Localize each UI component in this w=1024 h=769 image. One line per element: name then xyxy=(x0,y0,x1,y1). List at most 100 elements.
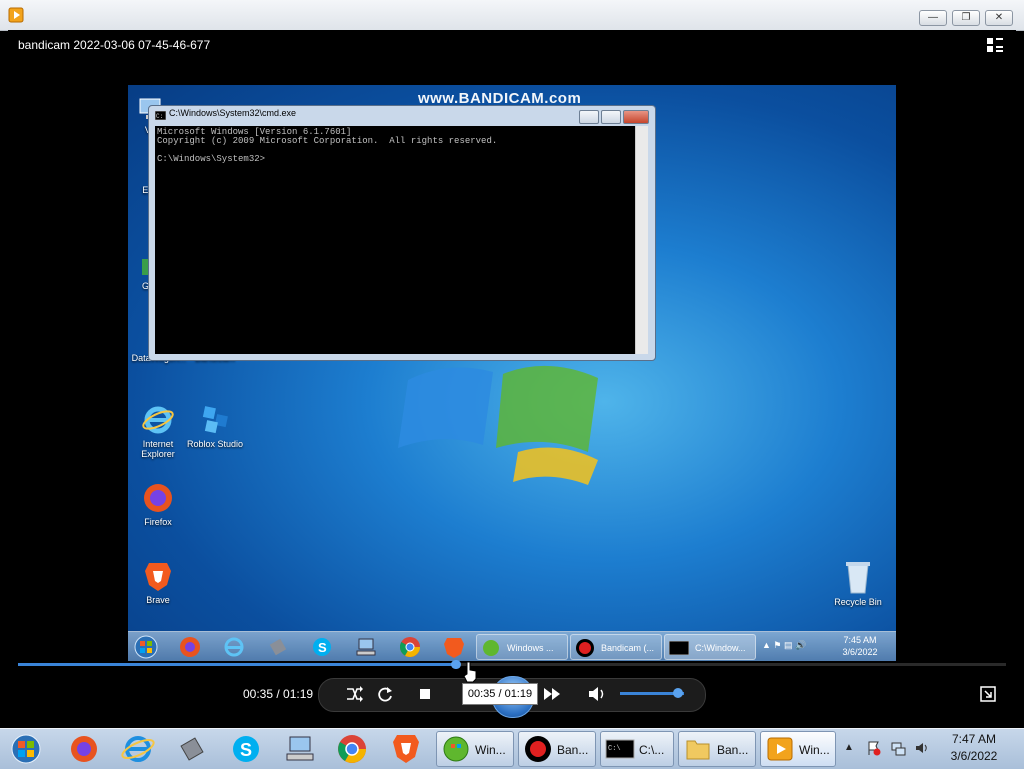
fullscreen-icon[interactable] xyxy=(980,686,996,702)
inner-clock-date: 3/6/2022 xyxy=(842,647,878,657)
inner-taskbar-button-bandicam[interactable]: Bandicam (... xyxy=(570,634,662,660)
ie-icon[interactable] xyxy=(220,635,248,659)
time-display: 00:35 / 01:19 xyxy=(243,687,314,701)
inner-taskbar: S Windows ... Bandicam (... C:\Window...… xyxy=(128,631,896,661)
firefox-icon[interactable] xyxy=(64,733,104,765)
action-center-flag-icon[interactable] xyxy=(866,740,882,756)
taskbar: S Win... Ban... C:\ C:\... Ban... Win...… xyxy=(0,728,1024,769)
chrome-icon[interactable] xyxy=(332,733,372,765)
svg-text:C:\: C:\ xyxy=(608,745,621,753)
clock-time: 7:47 AM xyxy=(951,732,997,746)
svg-text:C:: C: xyxy=(156,113,163,120)
network-computer-icon[interactable] xyxy=(280,733,320,765)
bandicam-record-icon xyxy=(525,736,551,762)
desktop-icon-firefox[interactable]: Firefox xyxy=(128,481,188,527)
svg-text:S: S xyxy=(240,740,252,760)
taskbar-button-label: C:\Window... xyxy=(695,643,746,653)
cmd-prompt: C:\Windows\System32> xyxy=(157,154,266,164)
bandicam-record-icon xyxy=(576,639,594,657)
desktop-icon-label: Brave xyxy=(146,595,170,605)
stop-icon[interactable] xyxy=(414,683,436,705)
cmd-console[interactable]: Microsoft Windows [Version 6.1.7601] Copy… xyxy=(155,126,635,354)
inner-clock[interactable]: 7:45 AM 3/6/2022 xyxy=(828,634,892,658)
system-clock[interactable]: 7:47 AM 3/6/2022 xyxy=(944,731,1004,765)
taskbar-button-label: Ban... xyxy=(717,743,749,757)
usb-tool-icon[interactable] xyxy=(264,635,292,659)
taskbar-button-cmd[interactable]: C:\ C:\... xyxy=(600,731,674,767)
chrome-icon[interactable] xyxy=(396,635,424,659)
skype-icon[interactable]: S xyxy=(226,733,266,765)
cmd-scrollbar[interactable] xyxy=(635,126,648,354)
minimize-icon: — xyxy=(928,12,938,23)
minimize-button[interactable]: — xyxy=(919,10,947,26)
firefox-icon[interactable] xyxy=(176,635,204,659)
cmd-close-button[interactable] xyxy=(623,110,649,124)
start-orb-icon[interactable] xyxy=(6,733,46,765)
recycle-bin-icon xyxy=(846,562,870,594)
taskbar-button-label: Windows ... xyxy=(507,643,554,653)
file-title: bandicam 2022-03-06 07-45-46-677 xyxy=(18,38,211,52)
taskbar-button-player[interactable]: Win... xyxy=(760,731,836,767)
desktop-icon-label: Internet Explorer xyxy=(141,439,175,459)
taskbar-button-label: Bandicam (... xyxy=(601,643,655,653)
skype-icon[interactable]: S xyxy=(308,635,336,659)
inner-clock-time: 7:45 AM xyxy=(843,635,877,645)
desktop-icon-roblox-studio[interactable]: Roblox Studio xyxy=(185,403,245,449)
time-tooltip: 00:35 / 01:19 xyxy=(462,683,538,705)
brave-icon[interactable] xyxy=(386,733,426,765)
windows-logo xyxy=(398,365,598,485)
bandicam-player-icon xyxy=(8,7,24,23)
usb-tool-icon[interactable] xyxy=(172,733,212,765)
cmd-title: C:\Windows\System32\cmd.exe xyxy=(169,108,297,118)
seek-handle[interactable] xyxy=(451,660,461,669)
close-icon: ✕ xyxy=(994,12,1004,23)
media-player-icon xyxy=(767,737,793,761)
inner-taskbar-button-windows[interactable]: Windows ... xyxy=(476,634,568,660)
show-hidden-icons-button[interactable]: ▲ xyxy=(844,742,854,753)
shuffle-icon[interactable] xyxy=(343,683,365,705)
folder-icon xyxy=(686,740,710,760)
fast-forward-icon[interactable] xyxy=(541,683,563,705)
hand-cursor-icon xyxy=(463,661,477,683)
desktop-icon-internet-explorer[interactable]: Internet Explorer xyxy=(128,403,188,459)
desktop-icon-label: Firefox xyxy=(144,517,172,527)
video-frame[interactable]: www.BANDICAM.com Vy Eas G C DataWagon...… xyxy=(128,85,896,661)
start-orb-icon[interactable] xyxy=(132,635,160,659)
seek-bar-progress xyxy=(18,663,456,666)
taskbar-button-windows[interactable]: Win... xyxy=(436,731,514,767)
inner-tray-icons[interactable]: ▲ ⚑ ▤ 🔊 xyxy=(762,640,806,651)
volume-handle[interactable] xyxy=(673,688,683,698)
clock-date: 3/6/2022 xyxy=(950,749,998,763)
layout-toggle-icon[interactable] xyxy=(986,37,1004,53)
taskbar-button-folder[interactable]: Ban... xyxy=(678,731,756,767)
cmd-minimize-button[interactable] xyxy=(579,110,599,124)
taskbar-button-bandicam[interactable]: Ban... xyxy=(518,731,596,767)
windows-media-icon xyxy=(483,640,499,656)
ie-icon xyxy=(142,406,174,434)
cmd-line: Copyright (c) 2009 Microsoft Corporation… xyxy=(157,136,498,146)
cmd-icon: C:\ xyxy=(605,739,635,759)
taskbar-button-label: Win... xyxy=(799,743,830,757)
network-computer-icon[interactable] xyxy=(352,635,380,659)
close-button[interactable]: ✕ xyxy=(985,10,1013,26)
cmd-window[interactable]: C: C:\Windows\System32\cmd.exe Microsoft… xyxy=(148,105,656,361)
restore-icon: ❐ xyxy=(961,12,971,23)
network-icon[interactable] xyxy=(890,740,906,756)
volume-icon[interactable] xyxy=(586,683,608,705)
svg-text:S: S xyxy=(318,640,327,655)
roblox-studio-icon xyxy=(202,406,228,434)
repeat-icon[interactable] xyxy=(374,683,396,705)
desktop-icon-recycle-bin[interactable]: Recycle Bin xyxy=(828,559,888,607)
window-titlebar: — ❐ ✕ xyxy=(0,0,1024,31)
desktop-icon-label: Roblox Studio xyxy=(186,439,244,449)
brave-icon[interactable] xyxy=(440,635,468,659)
ie-icon[interactable] xyxy=(118,733,158,765)
speaker-icon[interactable] xyxy=(914,740,930,756)
windows-media-icon xyxy=(443,736,469,762)
inner-taskbar-button-cmd[interactable]: C:\Window... xyxy=(664,634,756,660)
restore-button[interactable]: ❐ xyxy=(952,10,980,26)
cmd-icon xyxy=(669,641,689,655)
cmd-maximize-button[interactable] xyxy=(601,110,621,124)
desktop-icon-brave[interactable]: Brave xyxy=(128,559,188,605)
firefox-icon xyxy=(144,484,172,512)
